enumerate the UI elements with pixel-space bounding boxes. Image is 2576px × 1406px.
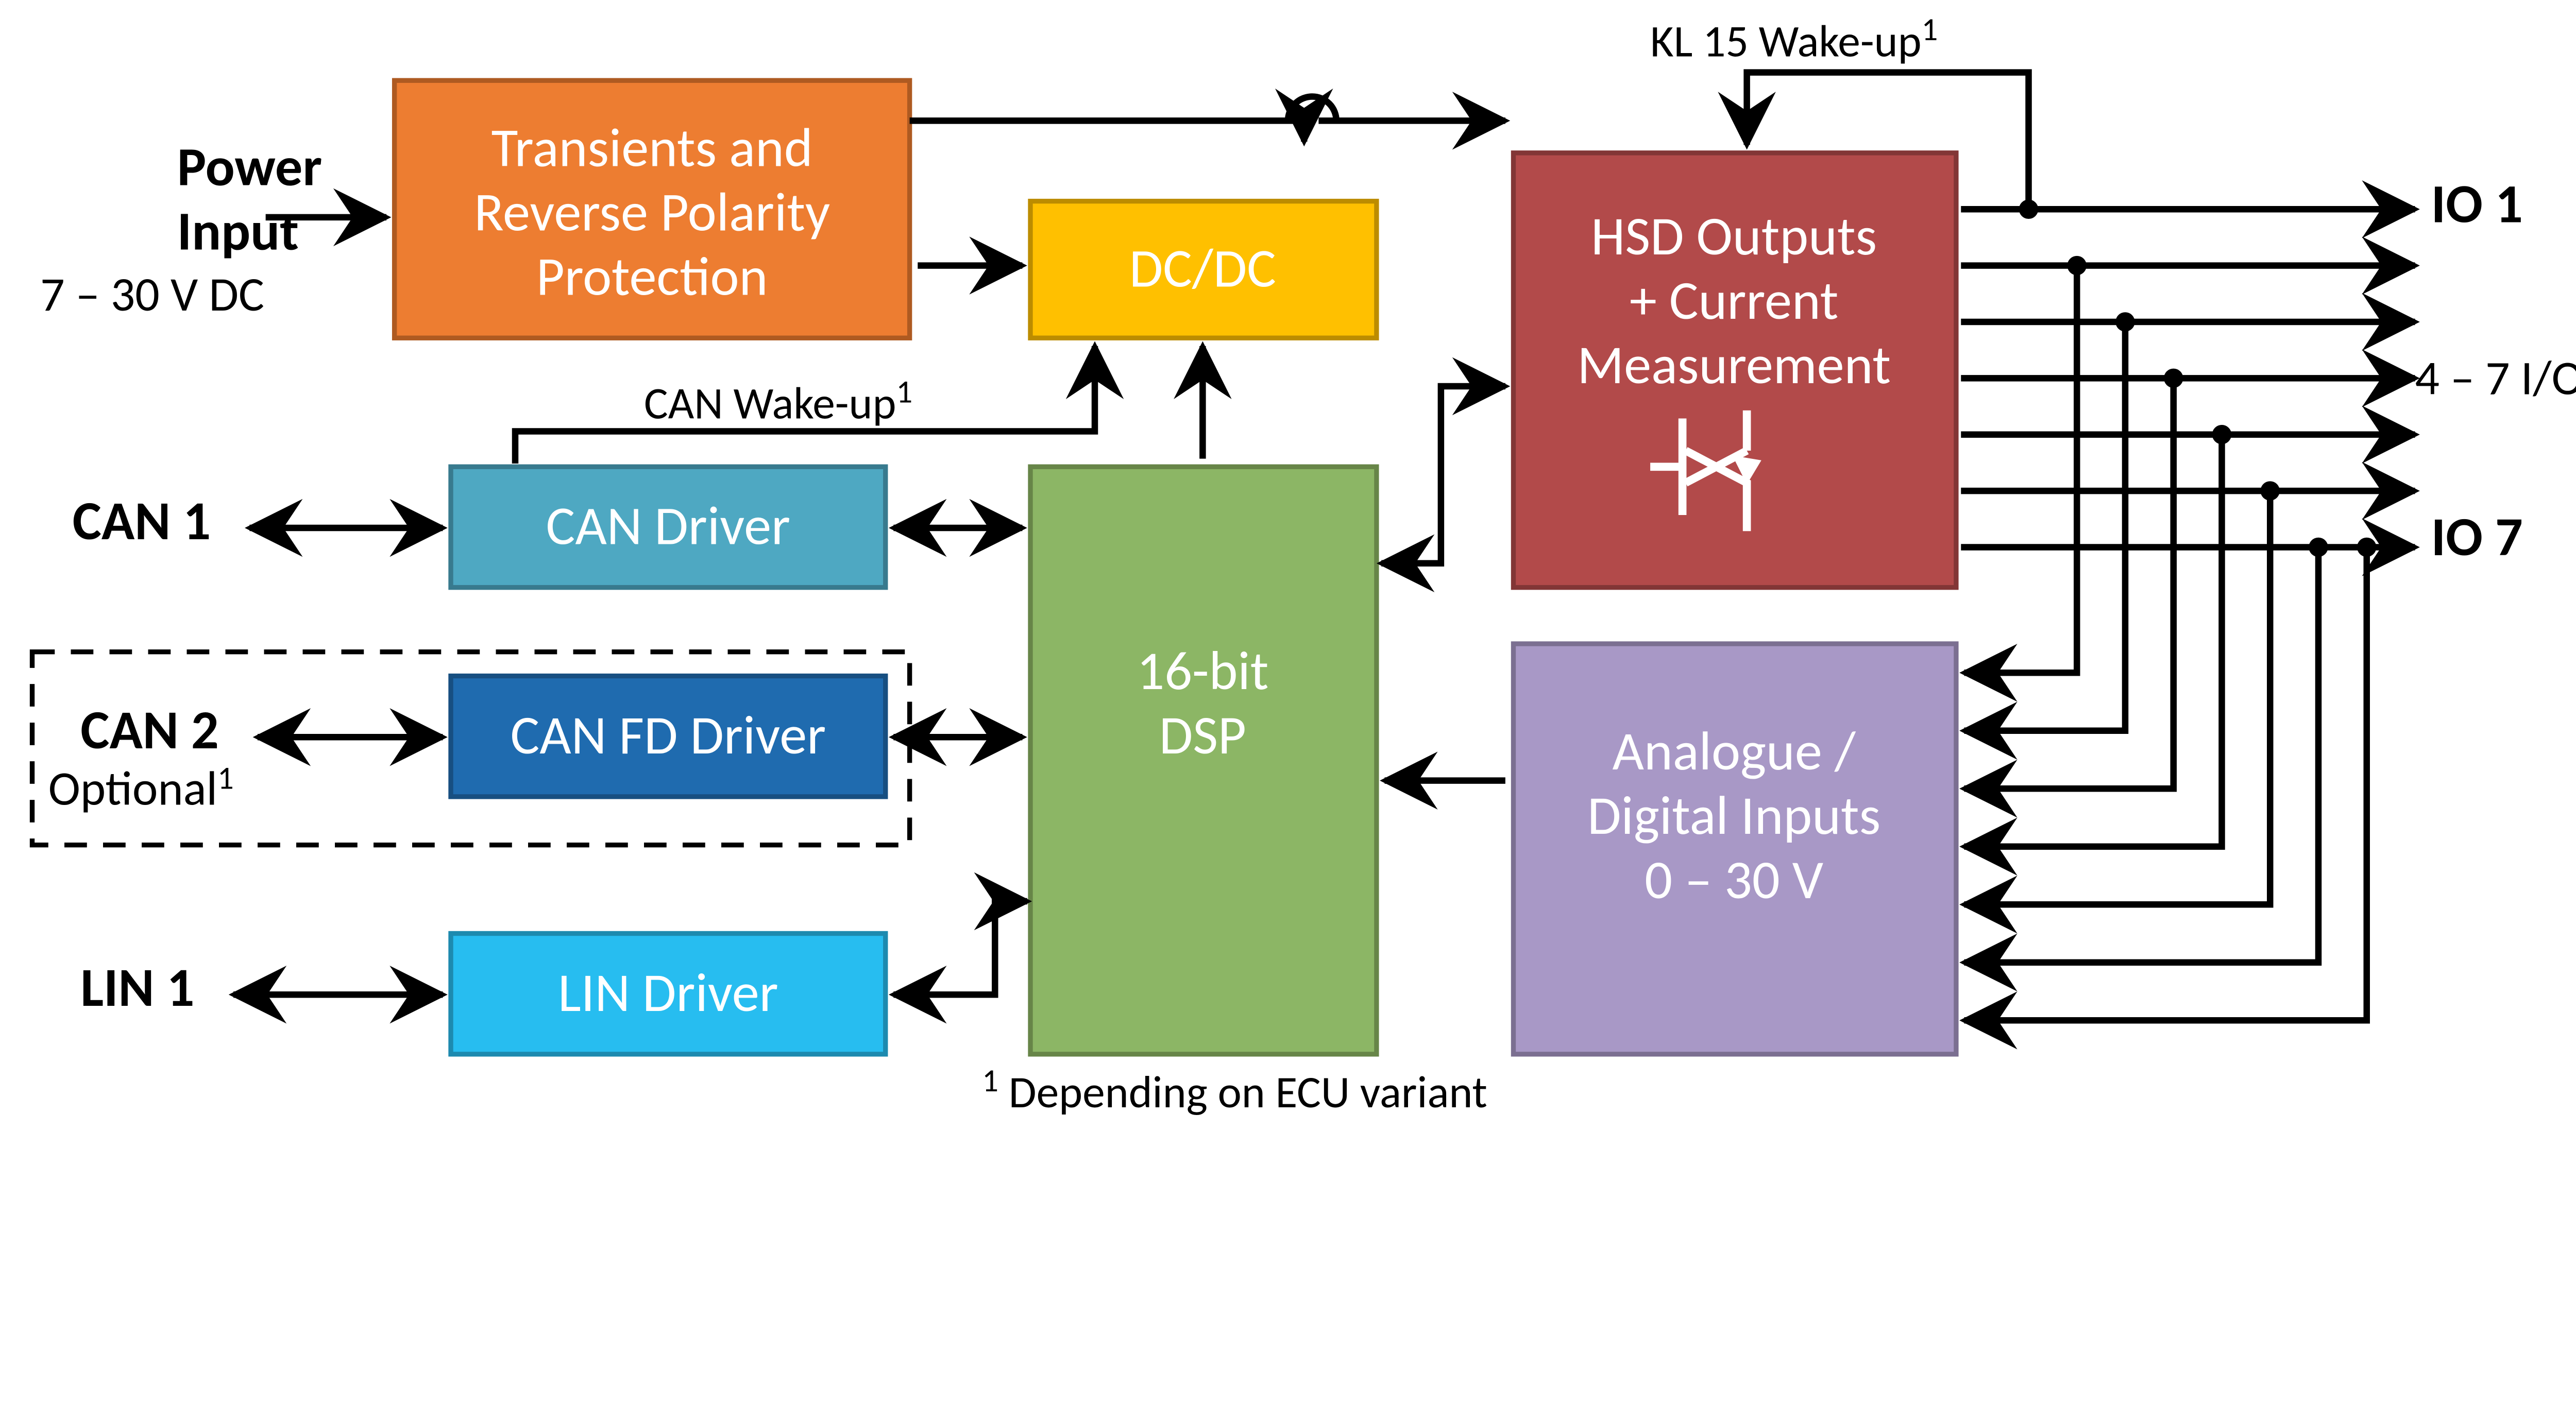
arrow-protection-hop xyxy=(1288,97,1336,121)
block-lin-driver-label: LIN Driver xyxy=(558,959,778,1026)
block-analog-label-3: 0 – 30 V xyxy=(1645,846,1823,913)
label-can1: CAN 1 xyxy=(73,487,211,554)
block-analog-label-2: Digital Inputs xyxy=(1587,782,1880,849)
block-dsp-label-1: 16-bit xyxy=(1137,637,1268,704)
block-canfd-driver-label: CAN FD Driver xyxy=(511,701,826,768)
block-hsd-label-2: + Current xyxy=(1630,267,1838,334)
block-protection-label-1: Transients and xyxy=(492,114,813,181)
block-protection-label-3: Protection xyxy=(536,243,768,310)
block-hsd-label-1: HSD Outputs xyxy=(1591,202,1877,269)
hsd-output-arrows xyxy=(1961,209,2415,547)
label-can2: CAN 2 xyxy=(80,696,218,763)
block-hsd-label-3: Measurement xyxy=(1577,331,1891,398)
label-io7: IO 7 xyxy=(2431,503,2523,570)
label-can2-note: Optional1 xyxy=(48,758,234,818)
footnote: 1 Depending on ECU variant xyxy=(982,1060,1487,1120)
label-power-2: Input xyxy=(177,197,299,264)
block-protection-label-2: Reverse Polarity xyxy=(474,178,830,245)
label-io-range: 4 – 7 I/O1 xyxy=(2415,347,2576,407)
arrow-lin-to-dsp xyxy=(893,901,1027,995)
label-can-wakeup: CAN Wake-up1 xyxy=(644,371,912,431)
label-power-range: 7 – 30 V DC xyxy=(40,265,264,324)
block-can-driver-label: CAN Driver xyxy=(546,492,790,559)
block-analog-label-1: Analogue / xyxy=(1612,717,1856,784)
block-diagram: Power Input 7 – 30 V DC CAN 1 CAN 2 Opti… xyxy=(0,0,2576,1370)
arrow-protection-to-kl15-line xyxy=(910,121,1304,142)
label-lin1: LIN 1 xyxy=(80,954,194,1021)
arrow-dsp-to-hsd xyxy=(1381,386,1505,563)
diagram-svg: Power Input 7 – 30 V DC CAN 1 CAN 2 Opti… xyxy=(0,0,2576,1368)
label-power-1: Power xyxy=(177,133,322,200)
block-dcdc-label: DC/DC xyxy=(1129,235,1276,302)
label-io1: IO 1 xyxy=(2431,170,2523,237)
label-kl15-wakeup: KL 15 Wake-up1 xyxy=(1650,9,1938,68)
block-dsp-label-2: DSP xyxy=(1159,701,1246,768)
